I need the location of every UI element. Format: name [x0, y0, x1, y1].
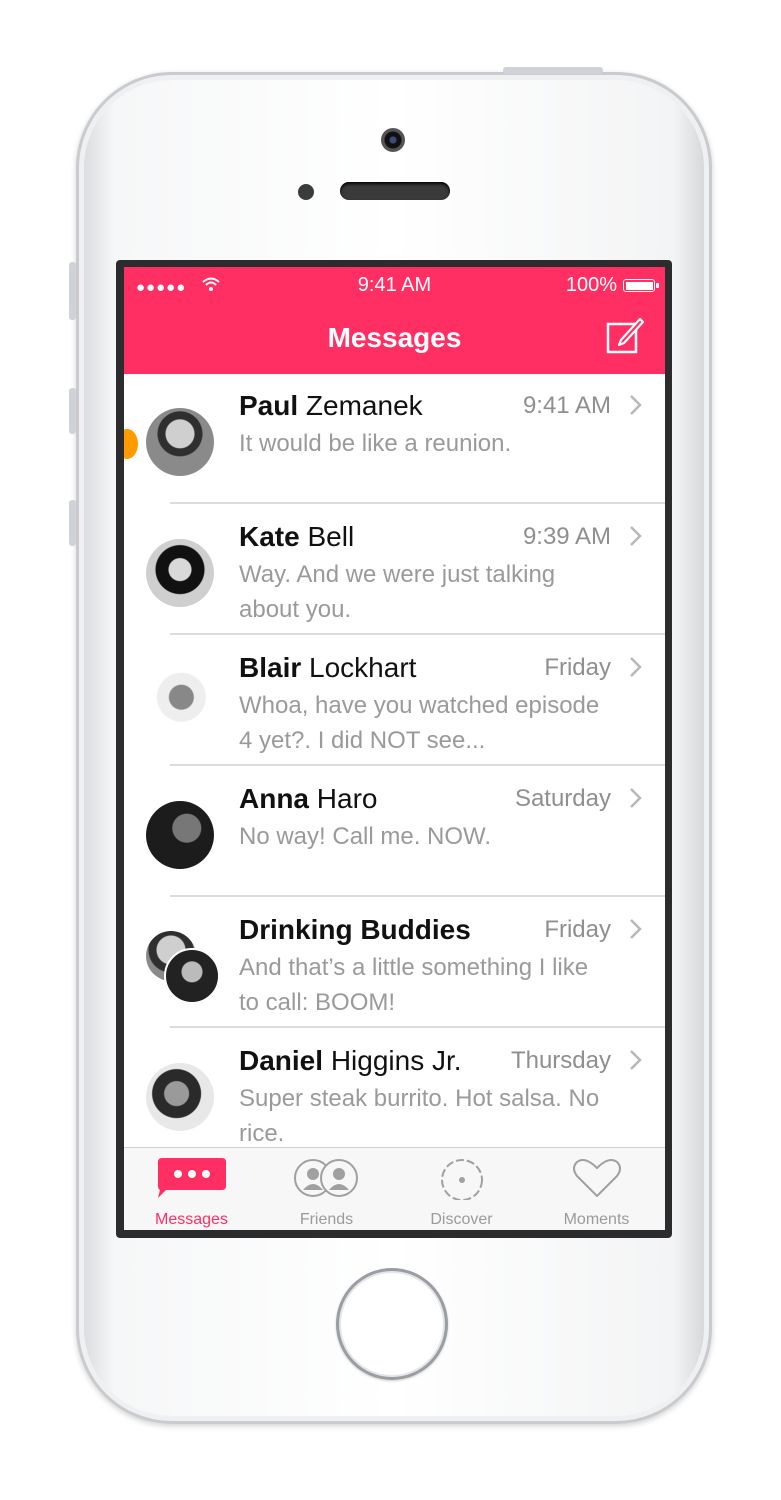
compose-icon[interactable] [605, 315, 645, 355]
friends-icon [294, 1159, 358, 1197]
contact-name: Paul Zemanek [239, 390, 423, 421]
contact-name: Anna Haro [239, 783, 378, 814]
avatar [146, 408, 214, 476]
message-preview: Super steak burrito. Hot salsa. No rice. [239, 1085, 600, 1147]
chat-bubble-icon [158, 1158, 226, 1198]
message-time: Saturday [514, 785, 611, 812]
app-screen: ●●●●● 9:41 AM 100% Messages Paul Zemanek… [124, 267, 665, 1230]
tab-label: Moments [563, 1211, 630, 1228]
contact-name: Blair Lockhart [239, 652, 417, 683]
chevron-right-icon [630, 1050, 642, 1070]
avatar [146, 670, 214, 738]
volume-up-button [69, 388, 76, 434]
row-divider [170, 633, 665, 635]
battery-icon [623, 279, 659, 292]
message-time: Friday [544, 916, 611, 943]
heart-icon [573, 1159, 621, 1197]
chevron-right-icon [630, 657, 642, 677]
unread-indicator [124, 429, 138, 459]
contact-name: Kate Bell [239, 521, 355, 552]
front-camera [381, 128, 405, 152]
tab-discover[interactable]: Discover [394, 1148, 529, 1230]
chevron-right-icon [630, 788, 642, 808]
message-preview: No way! Call me. NOW. [239, 823, 492, 850]
message-time: Friday [544, 654, 611, 681]
tab-friends[interactable]: Friends [259, 1148, 394, 1230]
chevron-right-icon [630, 526, 642, 546]
row-divider [170, 895, 665, 897]
battery-percentage: 100% [565, 274, 617, 296]
contact-name: Daniel Higgins Jr. [239, 1045, 462, 1076]
tab-moments[interactable]: Moments [529, 1148, 664, 1230]
message-row[interactable]: Blair Lockhart Friday Whoa, have you wat… [124, 636, 665, 766]
chevron-right-icon [630, 395, 642, 415]
message-preview: Whoa, have you watched episode 4 yet?. I… [239, 692, 600, 754]
tab-label: Friends [299, 1211, 354, 1228]
row-divider [170, 502, 665, 504]
tab-label: Messages [155, 1211, 228, 1228]
message-preview: Way. And we were just talking about you. [239, 561, 556, 623]
message-row[interactable]: Kate Bell 9:39 AM Way. And we were just … [124, 505, 665, 635]
avatar [164, 948, 220, 1004]
message-row[interactable]: Drinking Buddies Friday And that’s a lit… [124, 898, 665, 1028]
chevron-right-icon [630, 919, 642, 939]
discover-icon [441, 1159, 483, 1200]
avatar [146, 539, 214, 607]
avatar [146, 801, 214, 869]
contact-name: Drinking Buddies [239, 914, 471, 945]
avatar [146, 1063, 214, 1131]
message-time: 9:41 AM [522, 392, 611, 419]
message-time: Thursday [510, 1047, 611, 1074]
proximity-sensor [298, 184, 314, 200]
volume-down-button [69, 500, 76, 546]
message-row[interactable]: Daniel Higgins Jr. Thursday Super steak … [124, 1029, 665, 1159]
row-divider [170, 1026, 665, 1028]
message-preview: It would be like a reunion. [239, 430, 512, 457]
earpiece-speaker [340, 182, 450, 200]
sleep-button [503, 67, 603, 74]
message-row[interactable]: Paul Zemanek 9:41 AM It would be like a … [124, 374, 665, 504]
mute-switch [69, 262, 76, 320]
page-title: Messages [327, 322, 462, 353]
message-time: 9:39 AM [522, 523, 611, 550]
tab-label: Discover [430, 1211, 493, 1228]
row-divider [170, 764, 665, 766]
home-button[interactable] [336, 1268, 448, 1380]
navigation-header: ●●●●● 9:41 AM 100% Messages [124, 267, 665, 374]
tab-bar: Messages Friends Discover Moments [124, 1147, 665, 1230]
message-row[interactable]: Anna Haro Saturday No way! Call me. NOW. [124, 767, 665, 897]
tab-messages[interactable]: Messages [124, 1148, 259, 1230]
message-preview: And that’s a little something I like to … [239, 954, 589, 1016]
